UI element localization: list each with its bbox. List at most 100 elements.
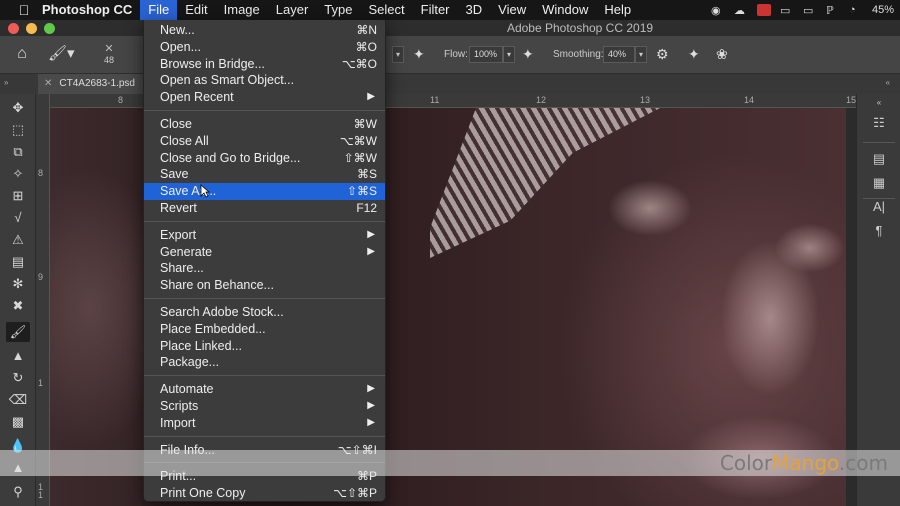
collapse-panels-icon[interactable]: « (867, 98, 891, 108)
menu-item-label: Save (160, 167, 189, 182)
history-brush-tool-icon[interactable]: ↻ (6, 368, 30, 388)
close-tab-icon[interactable]: ✕ (44, 78, 52, 89)
menu-image[interactable]: Image (216, 0, 268, 20)
airplay-icon[interactable]: ▭ (803, 4, 817, 17)
adobe-icon[interactable] (756, 4, 771, 16)
menu-item-generate[interactable]: Generate ▶ (144, 244, 385, 261)
apple-icon[interactable]:  (14, 2, 34, 18)
patch-tool-icon[interactable]: ✖ (6, 296, 30, 316)
mouse-cursor-icon (200, 184, 210, 198)
menu-app-name[interactable]: Photoshop CC (34, 0, 140, 20)
home-icon[interactable]: ⌂ (10, 45, 34, 65)
menu-bar:  Photoshop CC File Edit Image Layer Typ… (0, 0, 900, 20)
character-panel-icon[interactable]: A| (867, 196, 891, 218)
menu-item-package[interactable]: Package... (144, 354, 385, 371)
menu-select[interactable]: Select (360, 0, 412, 20)
menu-window[interactable]: Window (534, 0, 596, 20)
menu-layer[interactable]: Layer (268, 0, 317, 20)
eyedropper-tool-icon[interactable]: √ (6, 208, 30, 228)
display-icon[interactable]: ▭ (780, 4, 794, 17)
move-tool-icon[interactable]: ✥ (6, 98, 30, 118)
menu-item-share[interactable]: Share... (144, 260, 385, 277)
smoothing-label: Smoothing: (553, 49, 604, 60)
opacity-dropdown[interactable]: ▾ (392, 46, 404, 63)
menu-item-export[interactable]: Export ▶ (144, 227, 385, 244)
airbrush-icon[interactable]: ✦ (522, 46, 534, 63)
menu-item-scripts[interactable]: Scripts ▶ (144, 398, 385, 415)
marquee-tool-icon[interactable]: ⬚ (6, 120, 30, 140)
menu-item-label: Scripts (160, 398, 199, 413)
quick-select-tool-icon[interactable]: ✧ (6, 164, 30, 184)
menu-item-label: Open as Smart Object... (160, 73, 295, 88)
ruler-label: 13 (640, 95, 651, 105)
layers-panel-icon[interactable]: ▤ (867, 148, 891, 170)
healing-brush-tool-icon[interactable]: ⚠ (6, 230, 30, 250)
menu-item-close-all[interactable]: Close All ⌥⌘W (144, 133, 385, 150)
menu-filter[interactable]: Filter (413, 0, 458, 20)
submenu-arrow-icon: ▶ (367, 228, 375, 240)
menu-item-import[interactable]: Import ▶ (144, 415, 385, 432)
smoothing-input[interactable]: 40% (603, 46, 635, 63)
brush-preset-icon[interactable]: 🖌▾ (48, 44, 75, 62)
menu-item-shortcut: ⌥⇧⌘P (333, 486, 377, 501)
menu-item-search-adobe-stock[interactable]: Search Adobe Stock... (144, 304, 385, 321)
clone-stamp-tool-icon[interactable]: ▲ (6, 346, 30, 366)
menu-item-shortcut: ⇧⌘W (343, 150, 377, 165)
menu-item-revert[interactable]: Revert F12 (144, 200, 385, 217)
menu-3d[interactable]: 3D (458, 0, 491, 20)
menu-item-label: Automate (160, 382, 214, 397)
channels-panel-icon[interactable]: ▦ (867, 172, 891, 194)
symmetry-icon[interactable]: ❀ (716, 46, 728, 63)
menu-item-save[interactable]: Save ⌘S (144, 166, 385, 183)
collapse-left-icon[interactable]: » (4, 78, 8, 87)
submenu-arrow-icon: ▶ (367, 91, 375, 103)
smoothing-dropdown[interactable]: ▾ (635, 46, 647, 63)
flow-dropdown[interactable]: ▾ (503, 46, 515, 63)
brush-size-value: 48 (103, 55, 114, 65)
band-aid-tool-icon[interactable]: ▤ (6, 252, 30, 272)
menu-item-open-as-smart-object[interactable]: Open as Smart Object... (144, 72, 385, 89)
menu-item-close-and-go-to-bridge[interactable]: Close and Go to Bridge... ⇧⌘W (144, 150, 385, 167)
flow-input[interactable]: 100% (469, 46, 503, 63)
menu-item-print-one-copy[interactable]: Print One Copy ⌥⇧⌘P (144, 485, 385, 502)
crop-tool-icon[interactable]: ⊞ (6, 186, 30, 206)
menu-item-shortcut: ⌘N (356, 23, 377, 37)
menu-view[interactable]: View (490, 0, 534, 20)
brush-tool-icon[interactable]: 🖌 (6, 322, 30, 342)
content-aware-tool-icon[interactable]: ✻ (6, 274, 30, 294)
menu-item-place-linked[interactable]: Place Linked... (144, 338, 385, 355)
menu-item-save-as[interactable]: Save As... ⇧⌘S (144, 183, 385, 200)
menu-edit[interactable]: Edit (177, 0, 215, 20)
bluetooth-icon[interactable]: ℙ (826, 4, 840, 17)
submenu-arrow-icon: ▶ (367, 399, 375, 411)
gradient-tool-icon[interactable]: ▩ (6, 412, 30, 432)
menu-item-place-embedded[interactable]: Place Embedded... (144, 321, 385, 338)
document-tab[interactable]: ✕ CT4A2683-1.psd (38, 74, 150, 94)
menu-file[interactable]: File (140, 0, 178, 20)
menu-item-automate[interactable]: Automate ▶ (144, 381, 385, 398)
collapse-right-icon[interactable]: « (886, 78, 890, 87)
brush-size-picker[interactable]: ✕ 48 (98, 42, 120, 65)
menu-help[interactable]: Help (596, 0, 639, 20)
menu-item-label: Print One Copy (160, 486, 246, 501)
menu-item-new[interactable]: New... ⌘N (144, 22, 385, 39)
menu-type[interactable]: Type (316, 0, 360, 20)
menu-item-browse-in-bridge[interactable]: Browse in Bridge... ⌥⌘O (144, 56, 385, 73)
wifi-icon[interactable]: ◔ (849, 4, 863, 16)
pressure-size-icon[interactable]: ✦ (688, 46, 700, 63)
menu-item-close[interactable]: Close ⌘W (144, 116, 385, 133)
menu-item-share-on-behance[interactable]: Share on Behance... (144, 277, 385, 294)
menu-item-open[interactable]: Open... ⌘O (144, 39, 385, 56)
eraser-tool-icon[interactable]: ⌫ (6, 390, 30, 410)
menu-item-open-recent[interactable]: Open Recent ▶ (144, 89, 385, 106)
window-title-bar: Adobe Photoshop CC 2019 (0, 20, 900, 36)
dodge-tool-icon[interactable]: ⚲ (6, 482, 30, 502)
facetime-icon[interactable]: ◉ (711, 4, 725, 17)
gear-icon[interactable]: ⚙ (656, 46, 669, 63)
creative-cloud-icon[interactable]: ☁ (734, 4, 748, 17)
lasso-tool-icon[interactable]: ⧉ (6, 142, 30, 162)
menu-item-shortcut: ⌥⌘O (341, 56, 377, 71)
paragraph-panel-icon[interactable]: ¶ (867, 220, 891, 242)
pressure-opacity-icon[interactable]: ✦ (413, 46, 425, 63)
adjustments-panel-icon[interactable]: ☷ (867, 112, 891, 134)
